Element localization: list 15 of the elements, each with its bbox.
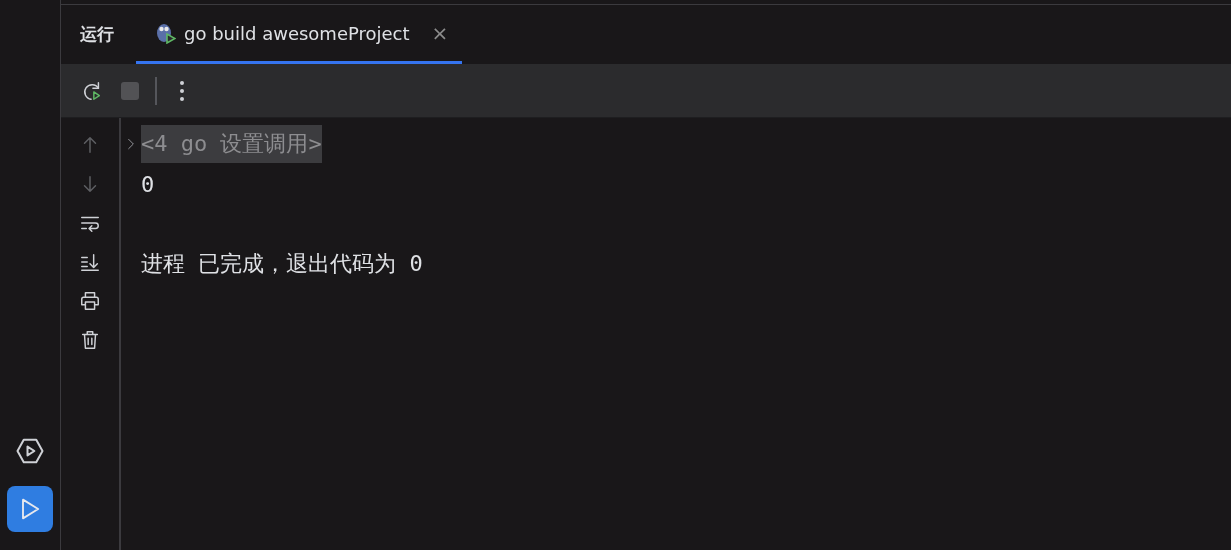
folded-code[interactable]: <4 go 设置调用> xyxy=(141,125,322,163)
gopher-run-icon xyxy=(156,22,176,44)
console-output: 进程 已完成，退出代码为 0 xyxy=(141,250,423,278)
print-icon xyxy=(79,290,101,312)
close-icon[interactable]: × xyxy=(431,21,449,45)
more-icon xyxy=(180,80,184,101)
tool-window-title: 运行 xyxy=(79,23,115,46)
rerun-icon xyxy=(81,79,103,102)
tab-label: go build awesomeProject xyxy=(184,22,410,44)
tool-window-button[interactable] xyxy=(7,486,53,532)
console-output: 0 xyxy=(141,171,155,197)
trash-icon xyxy=(79,329,101,351)
stop-icon xyxy=(121,81,139,100)
services-icon xyxy=(15,436,45,466)
scroll-to-end-icon xyxy=(79,251,101,273)
